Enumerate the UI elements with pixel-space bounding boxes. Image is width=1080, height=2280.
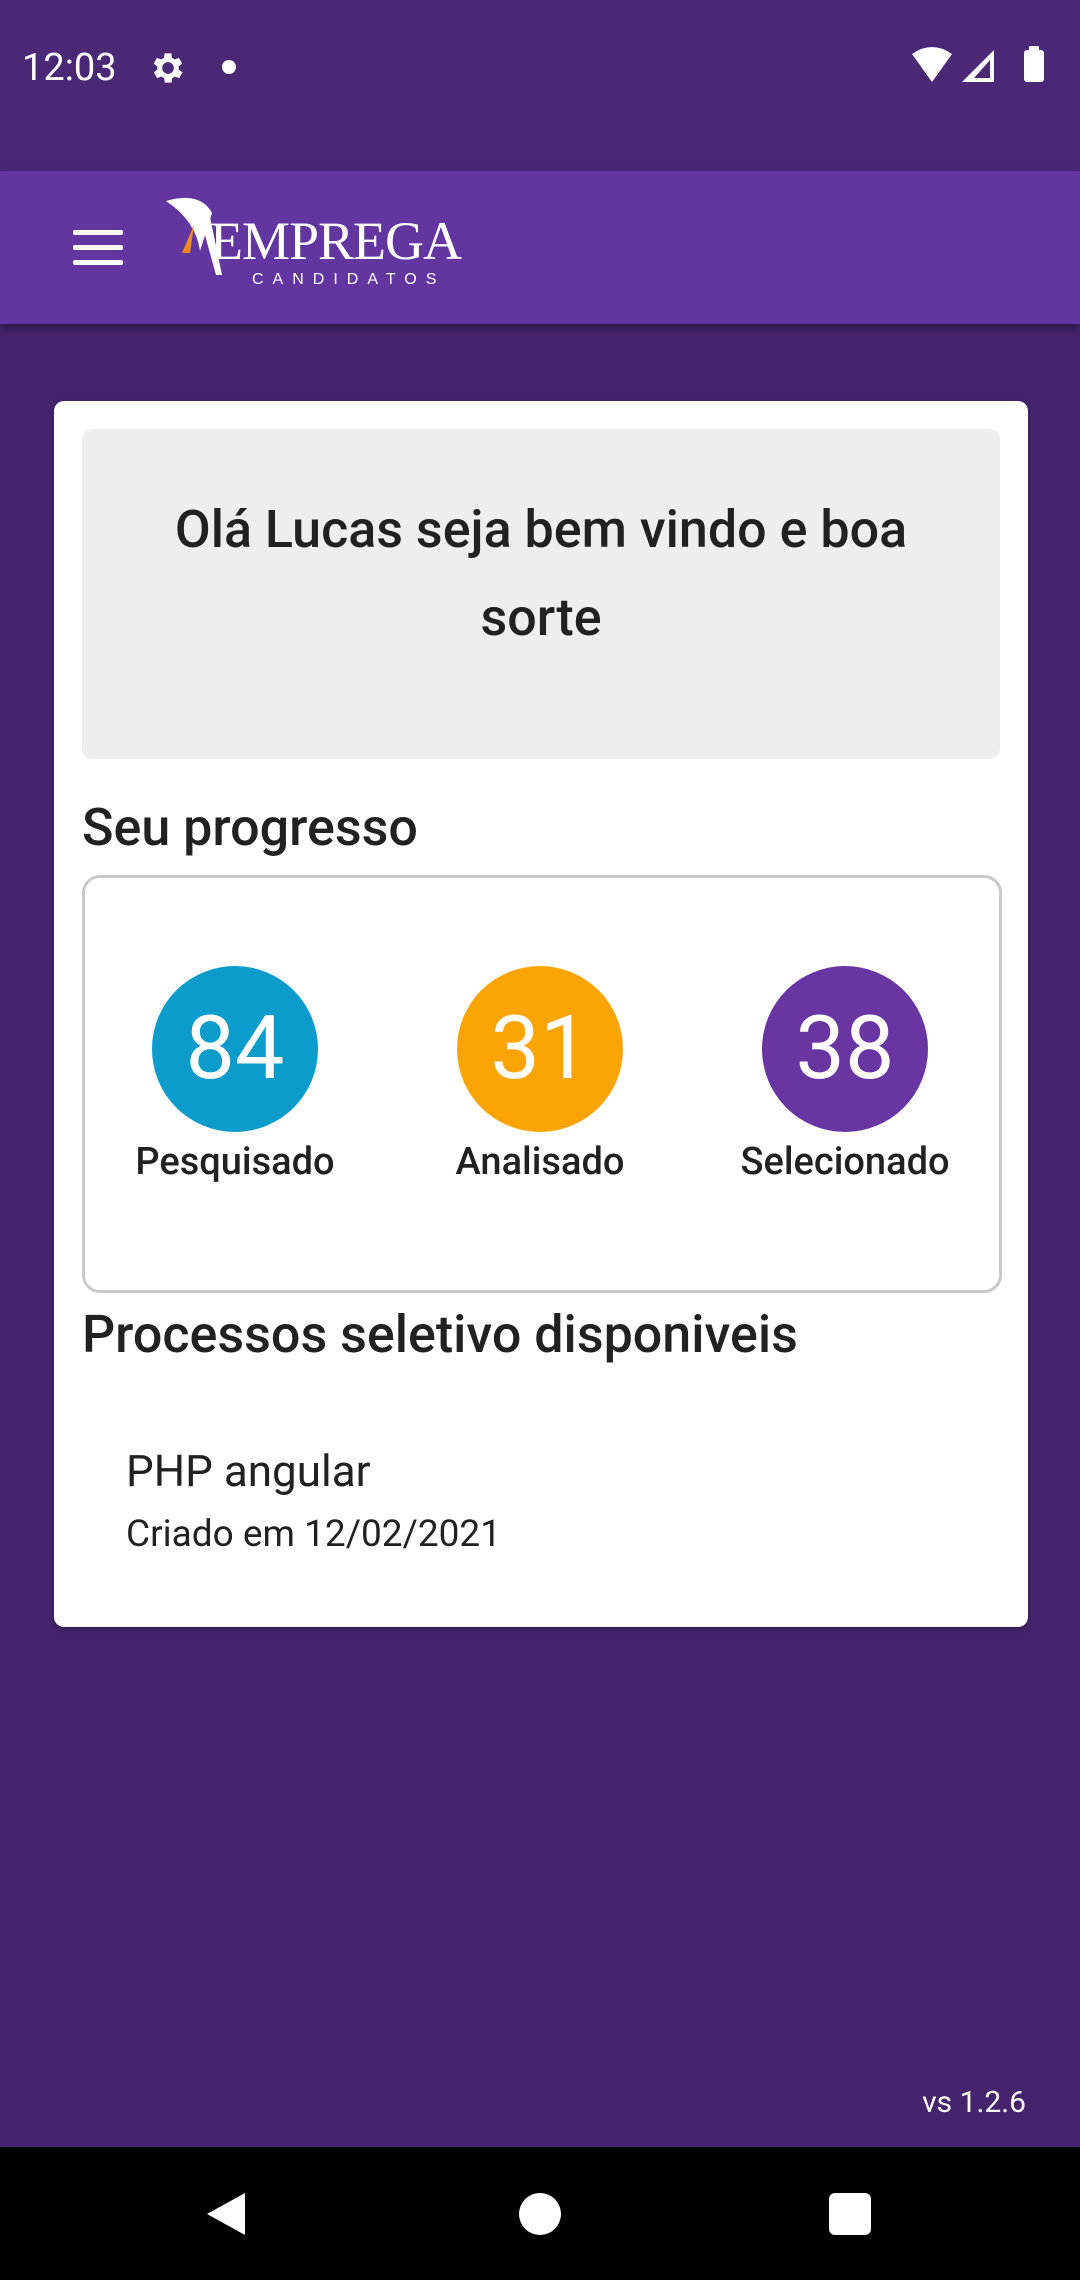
status-time: 12:03 — [22, 46, 117, 90]
battery-icon — [1024, 50, 1044, 82]
process-date: Criado em 12/02/2021 — [126, 1513, 502, 1556]
stat-circle: 31 — [457, 966, 623, 1132]
navigation-bar — [0, 2147, 1080, 2280]
welcome-banner: Olá Lucas seja bem vindo e boa sorte — [82, 429, 1000, 759]
menu-icon-line — [73, 244, 123, 250]
stat-label: Pesquisado — [135, 1140, 335, 1184]
stat-label: Selecionado — [740, 1140, 950, 1184]
stat-selecionado[interactable]: 38 Selecionado — [715, 966, 975, 1184]
welcome-message: Olá Lucas seja bem vindo e boa sorte — [174, 499, 908, 648]
status-bar: 12:03 — [0, 0, 1080, 171]
recent-apps-icon[interactable] — [829, 2193, 871, 2235]
main-card: Olá Lucas seja bem vindo e boa sorte Seu… — [54, 401, 1028, 1627]
processes-title: Processos seletivo disponiveis — [82, 1304, 798, 1365]
home-icon[interactable] — [519, 2193, 561, 2235]
stat-analisado[interactable]: 31 Analisado — [410, 966, 670, 1184]
app-bar: EMPREGA CANDIDATOS — [0, 171, 1080, 324]
progress-panel: 84 Pesquisado 31 Analisado 38 Selecionad… — [82, 875, 1002, 1293]
list-item[interactable]: PHP angular Criado em 12/02/2021 — [126, 1441, 986, 1565]
status-indicators — [912, 46, 1044, 82]
process-name: PHP angular — [126, 1445, 371, 1497]
back-icon[interactable] — [205, 2191, 247, 2237]
logo-text: EMPREGA — [210, 211, 462, 271]
menu-icon-line — [73, 259, 123, 265]
stat-label: Analisado — [455, 1140, 625, 1184]
app-logo: EMPREGA CANDIDATOS — [160, 191, 490, 301]
menu-icon-line — [73, 229, 123, 235]
stat-pesquisado[interactable]: 84 Pesquisado — [105, 966, 365, 1184]
app-version: vs 1.2.6 — [922, 2085, 1026, 2120]
logo-subtitle: CANDIDATOS — [252, 271, 446, 288]
stat-circle: 84 — [152, 966, 318, 1132]
stat-circle: 38 — [762, 966, 928, 1132]
notification-dot-icon — [222, 60, 236, 74]
settings-icon — [153, 53, 183, 83]
progress-title: Seu progresso — [82, 797, 418, 858]
menu-button[interactable] — [60, 209, 136, 285]
wifi-icon — [912, 47, 952, 82]
